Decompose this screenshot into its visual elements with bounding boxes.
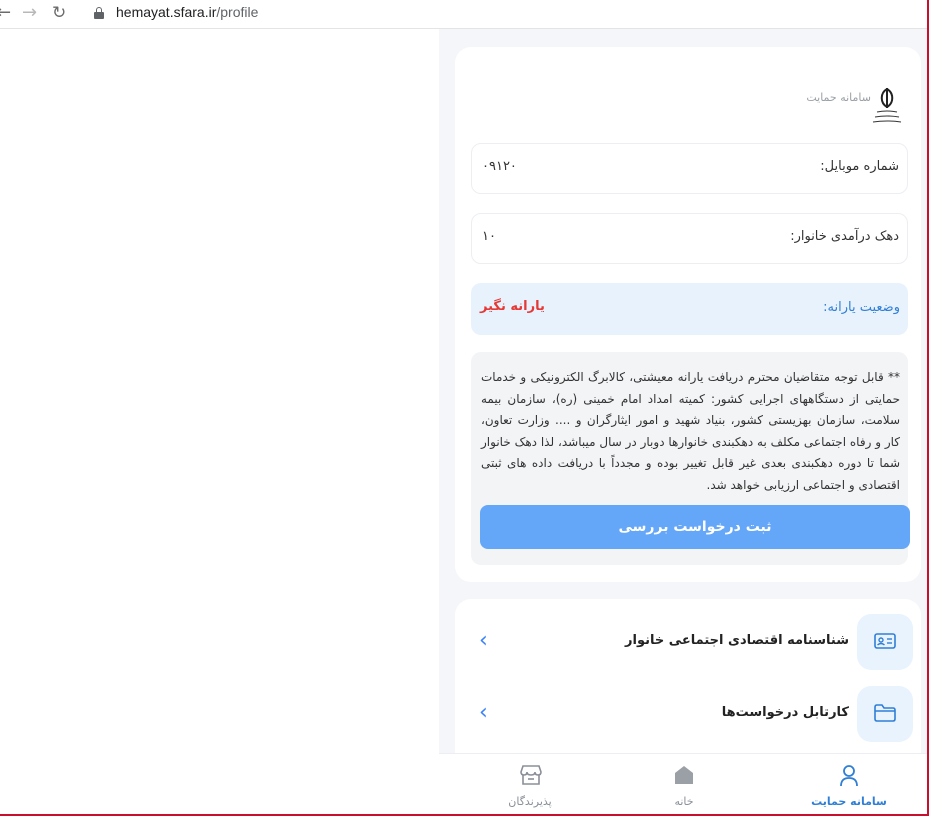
menu-item-label: شناسنامه اقتصادی اجتماعی خانوار	[625, 633, 849, 648]
reload-icon[interactable]: ↻	[52, 3, 66, 23]
mobile-value: ۰۹۱۲۰	[482, 159, 517, 174]
browser-toolbar: ← → ↻ hemayat.sfara.ir/profile	[0, 0, 929, 29]
tab-label: پذیرندگان	[508, 795, 552, 808]
bottom-navigation: سامانه حمایت خانه پذیرندگان	[439, 753, 927, 817]
brand-title: سامانه حمایت	[806, 91, 871, 104]
tab-acceptors[interactable]: پذیرندگان	[470, 754, 590, 817]
income-decile-field: دهک درآمدی خانوار: ۱۰	[471, 213, 908, 264]
mobile-label: شماره موبایل:	[820, 159, 899, 174]
back-arrow-icon[interactable]: ←	[0, 2, 11, 23]
profile-card: سامانه حمایت شماره موبایل: ۰۹۱۲۰ دهک درآ…	[455, 47, 921, 582]
mobile-field: شماره موبایل: ۰۹۱۲۰	[471, 143, 908, 194]
url-host: hemayat.sfara.ir	[116, 4, 217, 20]
menu-card: شناسنامه اقتصادی اجتماعی خانوار ‹ کارتاب…	[455, 599, 921, 759]
notice-box: ** قابل توجه متقاضیان محترم دریافت یاران…	[471, 352, 910, 565]
forward-arrow-icon[interactable]: →	[22, 2, 37, 23]
app-panel: سامانه حمایت شماره موبایل: ۰۹۱۲۰ دهک درآ…	[439, 29, 927, 816]
tab-home[interactable]: خانه	[624, 754, 744, 817]
user-icon	[840, 765, 858, 787]
iran-emblem-logo	[872, 87, 902, 123]
id-card-icon	[857, 614, 913, 670]
url-path: /profile	[216, 4, 259, 20]
folder-icon	[857, 686, 913, 742]
tab-label: سامانه حمایت	[811, 795, 887, 808]
submit-review-request-button[interactable]: ثبت درخواست بررسی	[480, 505, 910, 549]
notice-text: ** قابل توجه متقاضیان محترم دریافت یاران…	[481, 370, 900, 492]
subsidy-status-box: وضعیت یارانه: یارانه نگیر	[471, 283, 908, 335]
chevron-left-icon: ‹	[479, 628, 488, 653]
tab-label: خانه	[674, 795, 694, 808]
address-bar[interactable]: hemayat.sfara.ir/profile	[116, 4, 258, 20]
lock-icon	[94, 7, 104, 19]
menu-item-requests-cartable[interactable]: کارتابل درخواست‌ها ‹	[455, 686, 921, 744]
menu-item-label: کارتابل درخواست‌ها	[721, 705, 849, 720]
chevron-left-icon: ‹	[479, 700, 488, 725]
income-decile-label: دهک درآمدی خانوار:	[790, 229, 899, 244]
home-icon	[675, 766, 693, 784]
income-decile-value: ۱۰	[482, 229, 496, 244]
subsidy-status-label: وضعیت یارانه:	[823, 300, 900, 315]
store-icon	[520, 765, 542, 785]
tab-hemayat-system[interactable]: سامانه حمایت	[789, 754, 909, 817]
subsidy-status-value: یارانه نگیر	[480, 299, 545, 314]
menu-item-socioeconomic-profile[interactable]: شناسنامه اقتصادی اجتماعی خانوار ‹	[455, 614, 921, 672]
